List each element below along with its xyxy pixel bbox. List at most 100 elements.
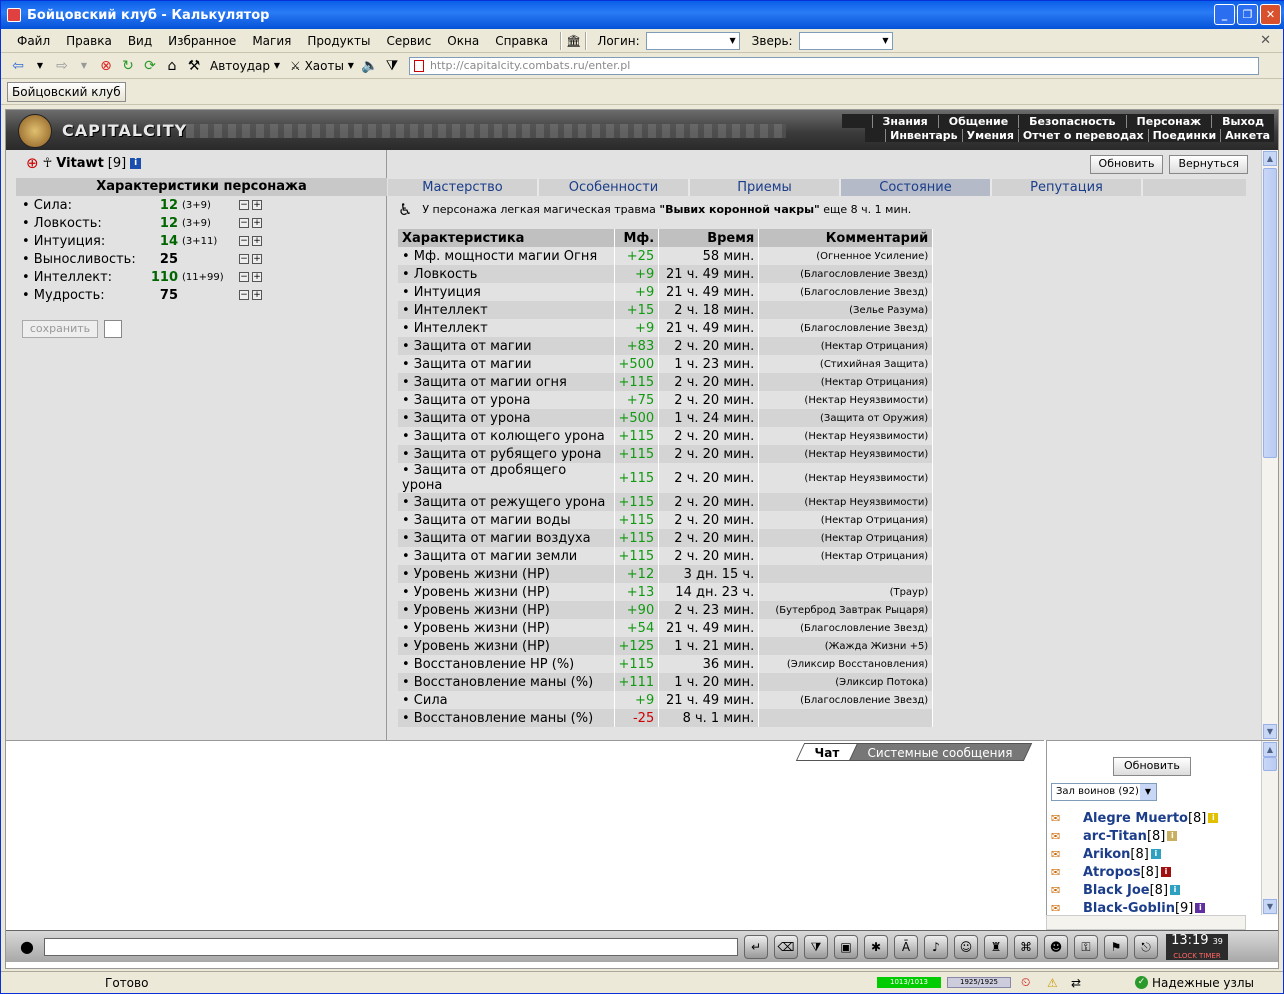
userlist-scrollbar[interactable]: ▲ ▼ xyxy=(1261,741,1278,915)
private-message-icon[interactable]: ✉ xyxy=(1051,848,1073,861)
minus-icon[interactable]: − xyxy=(239,218,249,228)
menu-view[interactable]: Вид xyxy=(120,34,160,48)
autostrike-button[interactable]: Автоудар ▼ xyxy=(205,55,285,77)
save-checkbox[interactable] xyxy=(104,320,122,338)
refresh-button[interactable]: Обновить xyxy=(1089,155,1164,174)
tools-icon[interactable]: ⚒ xyxy=(183,55,205,77)
nav-transfers[interactable]: Отчет о переводах xyxy=(1017,128,1148,142)
close-button[interactable]: ✕ xyxy=(1260,4,1281,25)
plus-icon[interactable]: + xyxy=(252,218,262,228)
home-icon[interactable]: ⌂ xyxy=(161,55,183,77)
refresh-all-icon[interactable]: ⟳ xyxy=(139,55,161,77)
smiley-icon[interactable]: ☺ xyxy=(954,934,978,959)
chat-head-icon[interactable]: ● xyxy=(20,937,34,956)
nav-knowledge[interactable]: Знания xyxy=(871,114,938,128)
user-name[interactable]: Atropos xyxy=(1083,865,1141,880)
walk-icon[interactable]: ✱ xyxy=(864,934,888,959)
menu-help[interactable]: Справка xyxy=(487,34,556,48)
translit-icon[interactable]: Ā xyxy=(894,934,918,959)
map-icon[interactable]: ⌘ xyxy=(1014,934,1038,959)
character-name[interactable]: Vitawt xyxy=(56,156,104,171)
chat-input[interactable] xyxy=(44,937,738,956)
nav-duels[interactable]: Поединки xyxy=(1147,128,1221,142)
eraser-icon[interactable]: ⌫ xyxy=(774,934,798,959)
nav-character[interactable]: Персонаж xyxy=(1125,114,1212,128)
back-button[interactable]: Вернуться xyxy=(1169,155,1248,174)
save-button[interactable]: сохранить xyxy=(22,320,98,338)
minus-icon[interactable]: − xyxy=(239,200,249,210)
nav-communication[interactable]: Общение xyxy=(937,114,1018,128)
scroll-down-icon[interactable]: ▼ xyxy=(1263,899,1277,914)
private-message-icon[interactable]: ✉ xyxy=(1051,830,1073,843)
private-message-icon[interactable]: ✉ xyxy=(1051,902,1073,915)
address-bar[interactable]: http://capitalcity.combats.ru/enter.pl xyxy=(408,56,1259,75)
forward-dropdown-icon[interactable]: ▼ xyxy=(73,55,95,77)
plus-icon[interactable]: + xyxy=(252,236,262,246)
menu-file[interactable]: Файл xyxy=(9,34,58,48)
back-dropdown-icon[interactable]: ▼ xyxy=(29,55,51,77)
tab-features[interactable]: Особенности xyxy=(539,179,690,196)
scroll-thumb[interactable] xyxy=(1263,757,1277,771)
minus-icon[interactable]: − xyxy=(239,290,249,300)
private-message-icon[interactable]: ✉ xyxy=(1051,884,1073,897)
room-select[interactable]: Зал воинов (92) ▼ xyxy=(1051,783,1157,801)
chat-area[interactable]: Чат Системные сообщения xyxy=(6,740,1044,930)
tab-mastery[interactable]: Мастерство xyxy=(388,179,539,196)
bank-icon[interactable]: 🏛 xyxy=(566,34,581,48)
user-name[interactable]: Arikon xyxy=(1083,847,1130,862)
scroll-thumb[interactable] xyxy=(1263,168,1277,458)
lock-icon[interactable]: ⚿ xyxy=(1074,934,1098,959)
minus-icon[interactable]: − xyxy=(239,272,249,282)
filter-icon[interactable]: ⧩ xyxy=(381,55,403,77)
nav-exit[interactable]: Выход xyxy=(1211,114,1274,128)
private-message-icon[interactable]: ✉ xyxy=(1051,812,1073,825)
info-icon[interactable]: i xyxy=(130,157,142,169)
menu-service[interactable]: Сервис xyxy=(378,34,439,48)
save-log-icon[interactable]: ▣ xyxy=(834,934,858,959)
chaos-button[interactable]: ⚔ Хаоты ▼ xyxy=(285,55,359,77)
pet-select[interactable]: ▼ xyxy=(798,31,893,50)
userlist-refresh-button[interactable]: Обновить xyxy=(1113,757,1191,776)
user-name[interactable]: Black Joe xyxy=(1083,883,1150,898)
forward-arrow-icon[interactable]: ⇨ xyxy=(51,55,73,77)
user-info-icon[interactable]: i xyxy=(1208,813,1219,823)
exit-icon[interactable]: ⎋ xyxy=(1134,934,1158,959)
user-info-icon[interactable]: i xyxy=(1150,849,1161,859)
maximize-button[interactable]: ❐ xyxy=(1237,4,1258,25)
scroll-up-icon[interactable]: ▲ xyxy=(1263,742,1277,757)
minus-icon[interactable]: − xyxy=(239,236,249,246)
login-select[interactable]: ▼ xyxy=(645,31,740,50)
refresh-icon[interactable]: ↻ xyxy=(117,55,139,77)
main-scrollbar[interactable]: ▲ ▼ xyxy=(1261,150,1278,740)
user-name[interactable]: Alegre Muerto xyxy=(1083,811,1188,826)
filter-icon[interactable]: ⧩ xyxy=(804,934,828,959)
tab-reputation[interactable]: Репутация xyxy=(992,179,1143,196)
user-info-icon[interactable]: i xyxy=(1170,885,1181,895)
plus-icon[interactable]: + xyxy=(252,272,262,282)
flag-icon[interactable]: ⚑ xyxy=(1104,934,1128,959)
plus-icon[interactable]: + xyxy=(252,290,262,300)
user-info-icon[interactable]: i xyxy=(1161,867,1172,877)
nav-profile[interactable]: Анкета xyxy=(1220,128,1274,142)
nav-skills[interactable]: Умения xyxy=(961,128,1018,142)
userlist-hscrollbar[interactable] xyxy=(1046,915,1246,930)
nav-security[interactable]: Безопасность xyxy=(1018,114,1125,128)
sound-icon[interactable]: ♪ xyxy=(924,934,948,959)
nav-inventory[interactable]: Инвентарь xyxy=(885,128,961,142)
menu-products[interactable]: Продукты xyxy=(299,34,378,48)
plus-icon[interactable]: + xyxy=(252,254,262,264)
back-arrow-icon[interactable]: ⇦ xyxy=(7,55,29,77)
tab-fight-club[interactable]: Бойцовский клуб xyxy=(7,81,126,102)
stop-icon[interactable]: ⊗ xyxy=(95,55,117,77)
bag-icon[interactable]: ♜ xyxy=(984,934,1008,959)
private-message-icon[interactable]: ✉ xyxy=(1051,866,1073,879)
user-name[interactable]: Black-Goblin xyxy=(1083,901,1175,916)
menu-windows[interactable]: Окна xyxy=(439,34,487,48)
minus-icon[interactable]: − xyxy=(239,254,249,264)
menu-edit[interactable]: Правка xyxy=(58,34,120,48)
menu-favorites[interactable]: Избранное xyxy=(160,34,244,48)
user-info-icon[interactable]: i xyxy=(1195,903,1206,913)
menu-close-icon[interactable]: ✕ xyxy=(1260,33,1271,48)
user-name[interactable]: arc-Titan xyxy=(1083,829,1147,844)
user-info-icon[interactable]: i xyxy=(1167,831,1178,841)
